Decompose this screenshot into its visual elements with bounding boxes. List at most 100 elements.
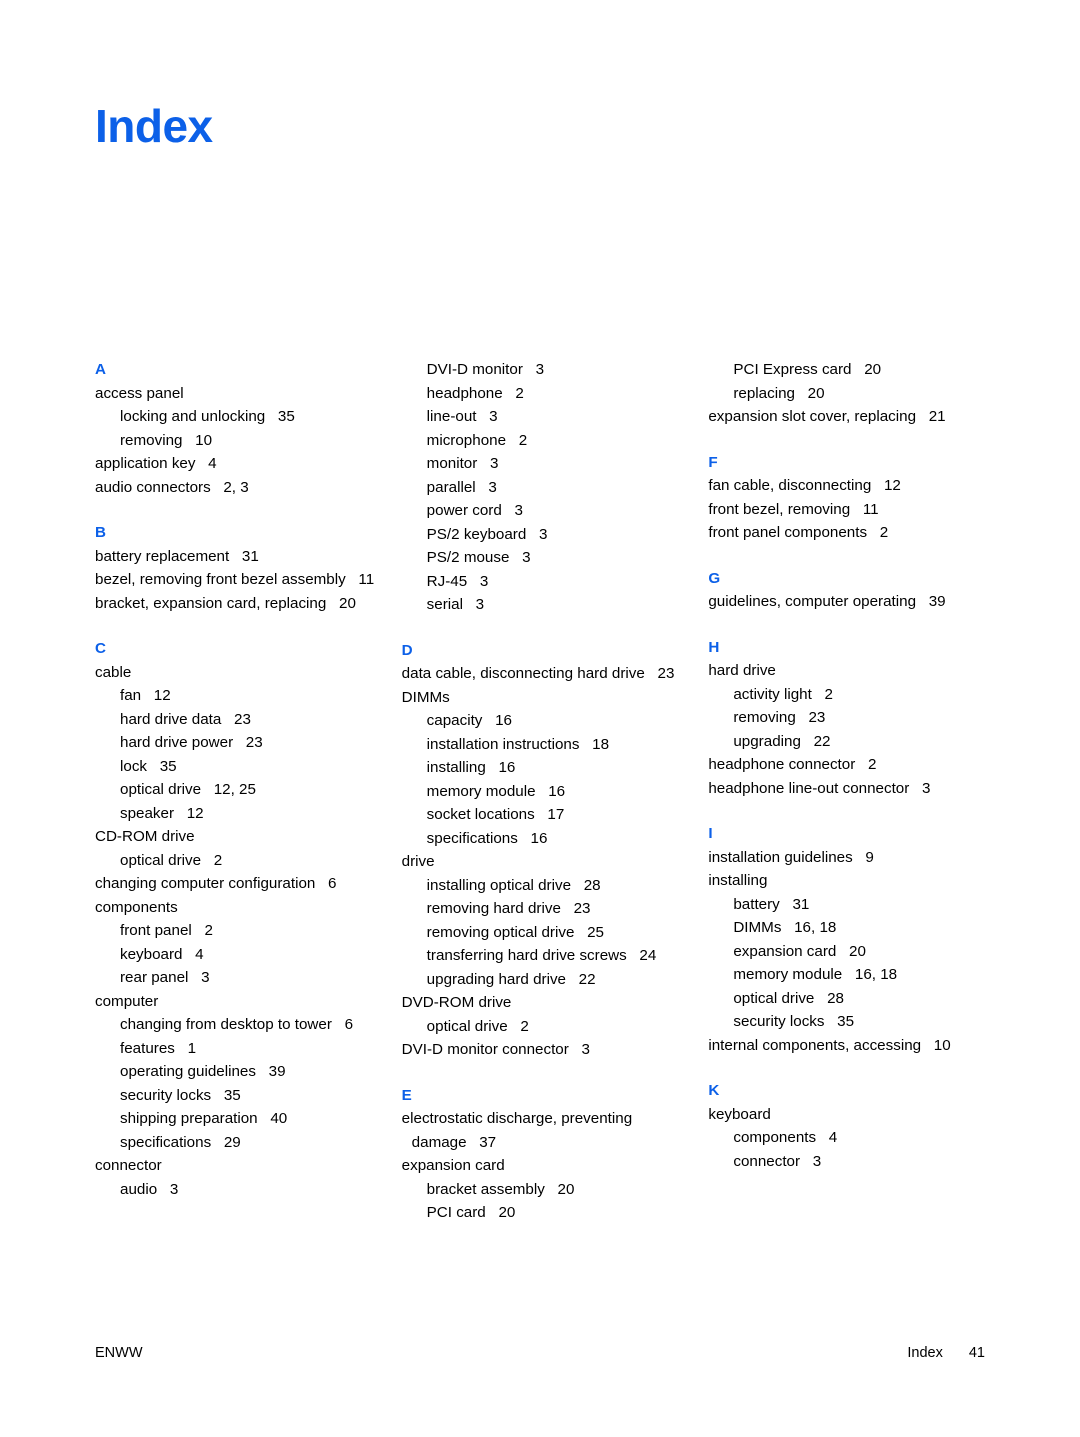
index-entry[interactable]: front panel components 2	[708, 521, 995, 545]
index-entry-locator: 12	[883, 477, 901, 494]
index-entry[interactable]: lock 35	[95, 755, 382, 779]
index-entry[interactable]: cable	[95, 661, 382, 685]
index-entry[interactable]: DIMMs	[402, 686, 689, 710]
index-entry[interactable]: PCI Express card 20	[708, 358, 995, 382]
index-entry-text: hard drive power	[120, 734, 234, 751]
index-entry[interactable]: monitor 3	[402, 452, 689, 476]
index-entry[interactable]: PCI card 20	[402, 1201, 689, 1225]
index-entry[interactable]: serial 3	[402, 593, 689, 617]
index-entry[interactable]: front panel 2	[95, 919, 382, 943]
index-entry[interactable]: expansion card	[402, 1154, 689, 1178]
index-entry-text: shipping preparation	[120, 1110, 258, 1127]
index-entry[interactable]: PS/2 keyboard 3	[402, 523, 689, 547]
index-entry[interactable]: PS/2 mouse 3	[402, 546, 689, 570]
index-entry[interactable]: connector	[95, 1154, 382, 1178]
index-entry[interactable]: DVI-D monitor connector 3	[402, 1038, 689, 1062]
index-entry[interactable]: locking and unlocking 35	[95, 405, 382, 429]
index-entry[interactable]: specifications 16	[402, 827, 689, 851]
letter-group: Eelectrostatic discharge, preventing dam…	[402, 1084, 689, 1225]
index-entry[interactable]: front bezel, removing 11	[708, 498, 995, 522]
index-entry[interactable]: expansion card 20	[708, 940, 995, 964]
index-entry[interactable]: rear panel 3	[95, 966, 382, 990]
index-entry[interactable]: DVD-ROM drive	[402, 991, 689, 1015]
index-entry[interactable]: RJ-45 3	[402, 570, 689, 594]
index-entry[interactable]: computer	[95, 990, 382, 1014]
index-entry[interactable]: hard drive data 23	[95, 708, 382, 732]
index-entry-text: expansion card	[733, 942, 837, 960]
index-entry[interactable]: installing optical drive 28	[402, 874, 689, 898]
index-entry[interactable]: headphone 2	[402, 382, 689, 406]
index-entry[interactable]: security locks 35	[708, 1010, 995, 1034]
index-entry-locator: 11	[358, 571, 375, 588]
index-entry[interactable]: optical drive 12, 25	[95, 778, 382, 802]
index-entry[interactable]: features 1	[95, 1037, 382, 1061]
index-entry[interactable]: DIMMs 16, 18	[708, 916, 995, 940]
index-entry[interactable]: components 4	[708, 1126, 995, 1150]
index-entry-text: application key	[95, 455, 196, 472]
index-entry[interactable]: changing from desktop to tower 6	[95, 1013, 382, 1037]
index-entry[interactable]: keyboard	[708, 1103, 995, 1127]
index-entry[interactable]: bracket, expansion card, replacing 20	[95, 592, 382, 616]
index-entry[interactable]: installation instructions 18	[402, 733, 689, 757]
index-entry[interactable]: bezel, removing front bezel assembly 11	[95, 568, 382, 592]
index-entry[interactable]: installing	[708, 869, 995, 893]
index-entry[interactable]: microphone 2	[402, 429, 689, 453]
index-entry[interactable]: activity light 2	[708, 683, 995, 707]
index-entry[interactable]: speaker 12	[95, 802, 382, 826]
index-entry[interactable]: fan 12	[95, 684, 382, 708]
index-entry[interactable]: power cord 3	[402, 499, 689, 523]
index-entry[interactable]: expansion slot cover, replacing 21	[708, 405, 995, 429]
index-entry[interactable]: headphone connector 2	[708, 753, 995, 777]
index-entry[interactable]: optical drive 2	[402, 1015, 689, 1039]
index-entry[interactable]: security locks 35	[95, 1084, 382, 1108]
index-entry[interactable]: audio 3	[95, 1178, 382, 1202]
index-entry[interactable]: specifications 29	[95, 1131, 382, 1155]
index-entry[interactable]: hard drive	[708, 659, 995, 683]
index-entry[interactable]: removing optical drive 25	[402, 921, 689, 945]
index-entry[interactable]: socket locations 17	[402, 803, 689, 827]
index-entry[interactable]: access panel	[95, 382, 382, 406]
index-entry[interactable]: CD-ROM drive	[95, 825, 382, 849]
index-entry[interactable]: optical drive 2	[95, 849, 382, 873]
index-entry[interactable]: electrostatic discharge, preventing dama…	[402, 1107, 689, 1154]
index-entry[interactable]: capacity 16	[402, 709, 689, 733]
index-entry[interactable]: bracket assembly 20	[402, 1178, 689, 1202]
index-entry[interactable]: battery replacement 31	[95, 545, 382, 569]
index-entry[interactable]: removing 10	[95, 429, 382, 453]
index-entry[interactable]: changing computer configuration 6	[95, 872, 382, 896]
index-entry[interactable]: components	[95, 896, 382, 920]
index-entry[interactable]: transferring hard drive screws 24	[402, 944, 689, 968]
index-entry[interactable]: line-out 3	[402, 405, 689, 429]
index-entry[interactable]: battery 31	[708, 893, 995, 917]
index-entry[interactable]: hard drive power 23	[95, 731, 382, 755]
index-entry[interactable]: removing hard drive 23	[402, 897, 689, 921]
index-entry[interactable]: memory module 16	[402, 780, 689, 804]
index-entry[interactable]: guidelines, computer operating 39	[708, 590, 995, 614]
index-entry[interactable]: memory module 16, 18	[708, 963, 995, 987]
index-entry[interactable]: upgrading 22	[708, 730, 995, 754]
index-entry[interactable]: upgrading hard drive 22	[402, 968, 689, 992]
index-entry-locator: 40	[270, 1110, 288, 1127]
index-entry[interactable]: replacing 20	[708, 382, 995, 406]
index-entry[interactable]: application key 4	[95, 452, 382, 476]
index-entry[interactable]: connector 3	[708, 1150, 995, 1174]
index-entry-text: computer	[95, 992, 159, 1010]
index-entry-text: removing optical drive	[426, 923, 575, 941]
index-entry[interactable]: shipping preparation 40	[95, 1107, 382, 1131]
index-entry[interactable]: installation guidelines 9	[708, 846, 995, 870]
index-entry-text: hard drive	[708, 662, 776, 679]
index-entry[interactable]: fan cable, disconnecting 12	[708, 474, 995, 498]
index-entry[interactable]: drive	[402, 850, 689, 874]
index-entry[interactable]: data cable, disconnecting hard drive 23	[402, 662, 689, 686]
index-entry[interactable]: audio connectors 2, 3	[95, 476, 382, 500]
index-entry[interactable]: keyboard 4	[95, 943, 382, 967]
index-entry[interactable]: internal components, accessing 10	[708, 1034, 995, 1058]
index-entry-text: DIMMs	[401, 688, 450, 706]
index-entry[interactable]: installing 16	[402, 756, 689, 780]
index-entry[interactable]: headphone line-out connector 3	[708, 777, 995, 801]
index-entry[interactable]: parallel 3	[402, 476, 689, 500]
index-entry[interactable]: removing 23	[708, 706, 995, 730]
index-entry[interactable]: optical drive 28	[708, 987, 995, 1011]
index-entry[interactable]: operating guidelines 39	[95, 1060, 382, 1084]
index-entry[interactable]: DVI-D monitor 3	[402, 358, 689, 382]
